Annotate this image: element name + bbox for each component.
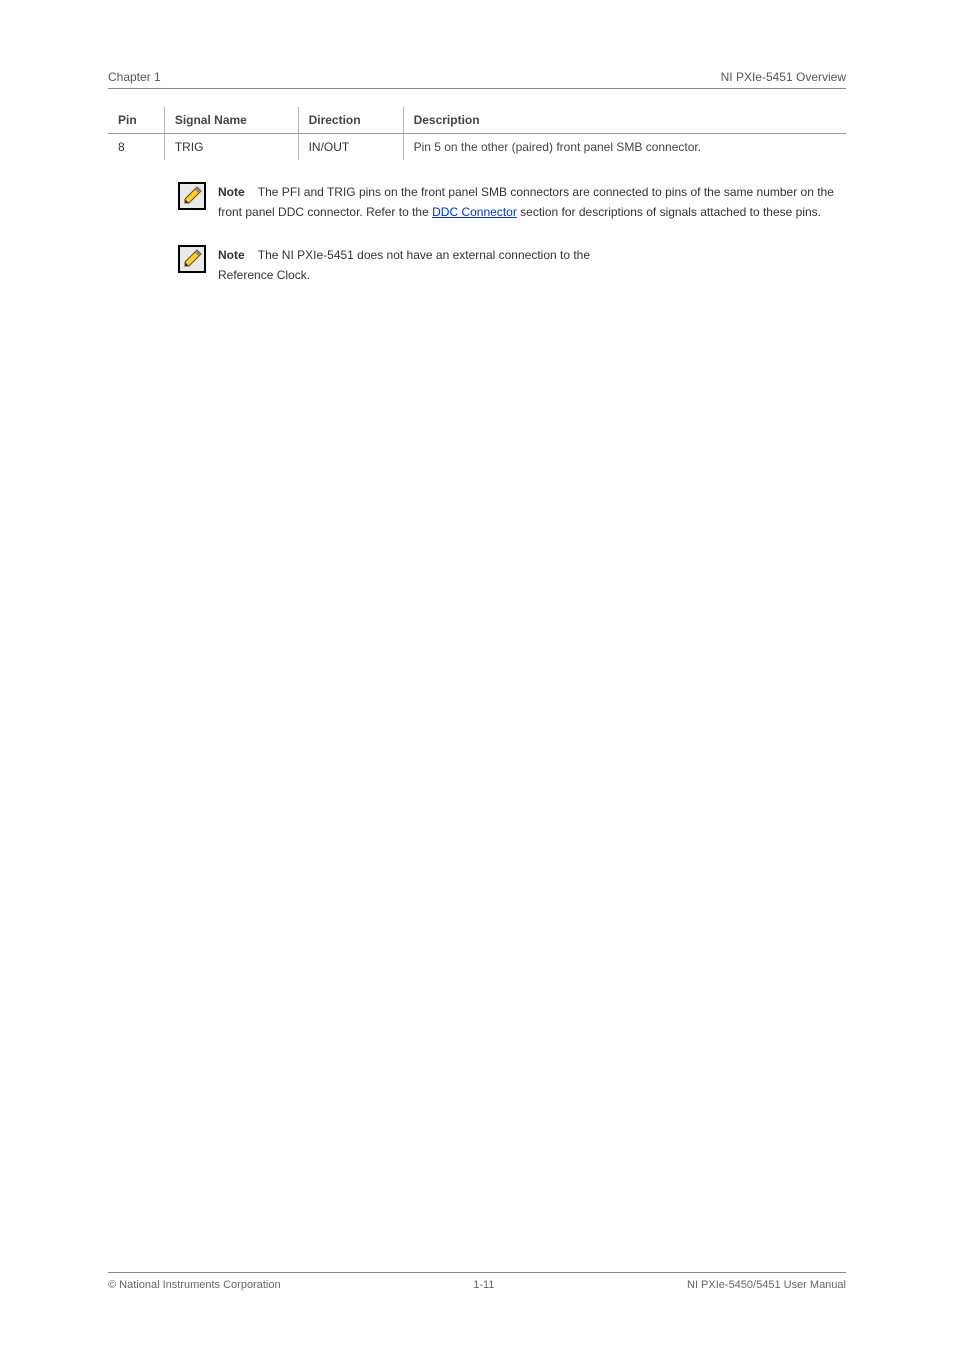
note-label: Note: [218, 185, 245, 199]
cell-direction: IN/OUT: [298, 134, 403, 161]
note-icon: [178, 245, 206, 286]
note-block-1: Note The PFI and TRIG pins on the front …: [178, 182, 846, 223]
note-block-2: Note The NI PXIe-5451 does not have an e…: [178, 245, 846, 286]
table-header-row: Pin Signal Name Direction Description: [108, 107, 846, 134]
col-signal-name: Signal Name: [164, 107, 298, 134]
header-chapter: Chapter 1: [108, 70, 161, 84]
footer-page: 1-11: [473, 1279, 494, 1291]
footer-doc: NI PXIe-5450/5451 User Manual: [687, 1279, 846, 1291]
note-icon: [178, 182, 206, 223]
table-row: 8 TRIG IN/OUT Pin 5 on the other (paired…: [108, 134, 846, 161]
note-label: Note: [218, 248, 245, 262]
note2-line1: The NI PXIe-5451 does not have an extern…: [258, 248, 590, 262]
ddc-connector-link[interactable]: DDC Connector: [432, 205, 517, 219]
page-footer: © National Instruments Corporation 1-11 …: [108, 1272, 846, 1291]
cell-signal: TRIG: [164, 134, 298, 161]
col-pin: Pin: [108, 107, 164, 134]
col-direction: Direction: [298, 107, 403, 134]
note-suffix: section for descriptions of signals atta…: [520, 205, 821, 219]
note-text-2: Note The NI PXIe-5451 does not have an e…: [218, 245, 590, 286]
note2-line2: Reference Clock.: [218, 268, 310, 282]
signal-table: Pin Signal Name Direction Description 8 …: [108, 107, 846, 160]
col-description: Description: [403, 107, 846, 134]
footer-copyright: © National Instruments Corporation: [108, 1279, 281, 1291]
page-header: Chapter 1 NI PXIe-5451 Overview: [108, 70, 846, 89]
header-title: NI PXIe-5451 Overview: [721, 70, 846, 84]
note-text-1: Note The PFI and TRIG pins on the front …: [218, 182, 846, 223]
cell-pin: 8: [108, 134, 164, 161]
cell-description: Pin 5 on the other (paired) front panel …: [403, 134, 846, 161]
